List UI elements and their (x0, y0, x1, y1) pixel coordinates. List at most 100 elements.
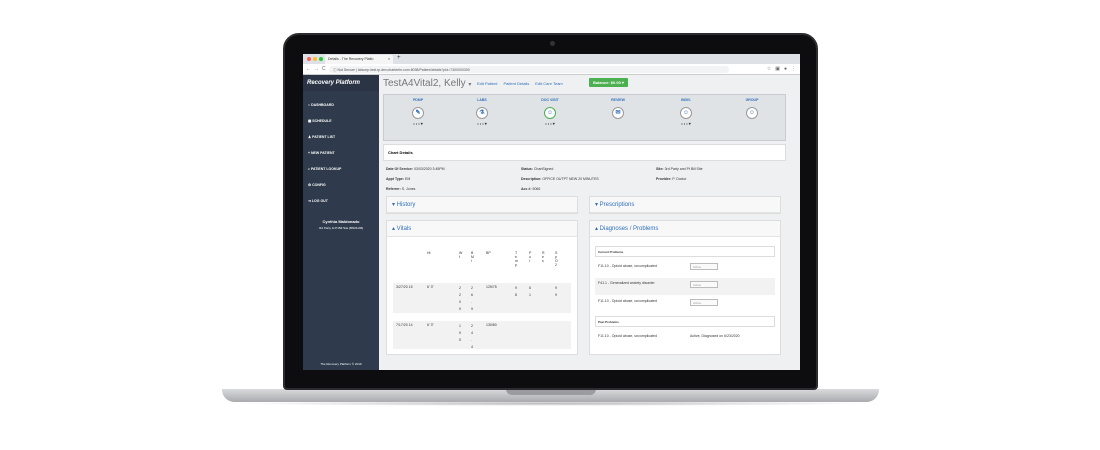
chevron-down-icon: ▾ (468, 82, 472, 88)
vitals-date: 7/17/20 14 (396, 323, 413, 327)
prescriptions-panel: ▾ Prescriptions (589, 196, 781, 214)
tracker-doc-visit[interactable]: DOC VISIT ☺ • • • ▾ (520, 98, 580, 126)
chat-icon: ✉ (612, 107, 624, 119)
vitals-col-temp: T e m p (515, 251, 518, 267)
extension-icon[interactable]: ▣ (775, 66, 780, 72)
pdmp-dropdown[interactable]: • • • ▾ (388, 121, 448, 126)
app-root: Recovery Platform ⌂ DASHBOARD ▦ SCHEDULE… (303, 75, 800, 370)
edit-care-team-link[interactable]: Edit Care Team (535, 81, 563, 86)
tab-title: Details - The Recovery Platfo (328, 57, 374, 61)
browser-toolbar: ← → C ⓘ Not Secure | labcorp-test.rp.dev… (303, 64, 800, 75)
sidebar-item-logout[interactable]: ⇥ LOG OUT (303, 193, 379, 209)
problem-status-select[interactable]: Active (690, 281, 718, 288)
browser-tabbar: Details - The Recovery Platfo × + (303, 54, 800, 64)
reload-icon[interactable]: C (322, 66, 326, 72)
patient-name[interactable]: TestA4Vital2, Kelly ▾ (383, 78, 471, 89)
laptop-base (222, 389, 879, 402)
vitals-col-wt: W t (459, 251, 463, 259)
tracker-pdmp[interactable]: PDMP ✎ • • • ▾ (388, 98, 448, 126)
address-bar[interactable]: ⓘ Not Secure | labcorp-test.rp.dev.chart… (329, 66, 729, 73)
status: Status: ChartSigned (521, 167, 554, 171)
vitals-col-spo2: S p O 2 (555, 251, 558, 267)
provider: Provider: P. Doctor (656, 177, 687, 181)
vitals-panel: ▴ Vitals Ht W t B M I BP T e m p P u l R… (386, 220, 578, 355)
tab-close-icon[interactable]: × (388, 57, 390, 61)
vitals-col-bp: BP (486, 251, 491, 255)
tracker-indiv[interactable]: INDIV. ☺ • • • ▾ (656, 98, 716, 126)
vitals-col-bmi: B M I (471, 251, 474, 263)
table-row (393, 321, 571, 349)
close-window-icon[interactable] (307, 57, 311, 61)
problem-name: F41.1 - Generalized anxiety disorder (598, 281, 655, 285)
past-problems-label: Past Problems (598, 320, 619, 324)
acc-number: Acc #: 5066 (521, 187, 541, 191)
site: Site: 3rd Party and Pt Bill Site (656, 167, 703, 171)
diagnoses-toggle[interactable]: ▴ Diagnoses / Problems (590, 221, 780, 237)
browser-tab[interactable]: Details - The Recovery Platfo × (325, 55, 393, 64)
sidebar-item-schedule[interactable]: ▦ SCHEDULE (303, 113, 379, 129)
vitals-col-pul: P u l (529, 251, 532, 263)
edit-patient-link[interactable]: Edit Patient (477, 81, 497, 86)
minimize-window-icon[interactable] (313, 57, 317, 61)
vitals-ht: 6' 3" (427, 323, 434, 327)
menu-icon[interactable]: ⋮ (791, 66, 796, 72)
sidebar-item-patient-list[interactable]: ♟ PATIENT LIST (303, 129, 379, 145)
labs-dropdown[interactable]: • • • ▾ (452, 121, 512, 126)
camera-icon (550, 41, 555, 46)
history-panel: ▾ History (386, 196, 578, 214)
past-problems-header (595, 316, 775, 327)
vitals-toggle[interactable]: ▴ Vitals (387, 221, 577, 237)
sidebar-item-patient-lookup[interactable]: ⌕ PATIENT LOOKUP (303, 161, 379, 177)
bookmark-star-icon[interactable]: ☆ (767, 66, 771, 72)
vitals-wt: 2 2 0 9 (459, 286, 461, 311)
chart-details-header: Chart Details (383, 144, 786, 161)
date-of-service: Date Of Service: 03/03/2020 3:45PM (386, 167, 445, 171)
sidebar-item-config[interactable]: ⚙ CONFIG (303, 177, 379, 193)
problem-status: Active, Diagnosed on 6/23/2020 (690, 334, 740, 338)
vitals-date: 3/27/20 15 (396, 285, 413, 289)
sidebar-item-new-patient[interactable]: + NEW PATIENT (303, 145, 379, 161)
sidebar-item-dashboard[interactable]: ⌂ DASHBOARD (303, 97, 379, 113)
url-text: labcorp-test.rp.dev.charteehr.com:8098/P… (357, 67, 470, 72)
table-row (393, 283, 571, 313)
history-toggle[interactable]: ▾ History (387, 197, 577, 213)
appt-type: Appt Type: EM (386, 177, 411, 181)
problem-status-select[interactable]: Active (690, 263, 718, 270)
product-photo: Details - The Recovery Platfo × + ← → C … (0, 0, 1100, 450)
vitals-spo2: 9 9 (555, 286, 557, 297)
maximize-window-icon[interactable] (319, 57, 323, 61)
new-tab-button[interactable]: + (397, 55, 401, 61)
forward-icon[interactable]: → (314, 66, 319, 72)
balance-button[interactable]: Balance: $0.00 ▾ (589, 78, 628, 87)
copyright: The Recovery Platform © 2019 (320, 362, 362, 366)
problem-status-select[interactable]: Active (690, 299, 718, 306)
current-problems-label: Current Problems (598, 250, 624, 254)
problem-name: F11.10 - Opioid abuse, uncomplicated (598, 264, 657, 268)
referrer: Referrer: S. Jones (386, 187, 416, 191)
vitals-temp: 9 8 (515, 286, 517, 297)
vitals-pul: 6 1 (529, 286, 531, 297)
workflow-tracker: PDMP ✎ • • • ▾ LABS ⚗ • • • ▾ DOC VISIT … (383, 94, 786, 141)
sidebar: Recovery Platform ⌂ DASHBOARD ▦ SCHEDULE… (303, 75, 379, 370)
laptop-lid: Details - The Recovery Platfo × + ← → C … (283, 33, 818, 390)
indiv-dropdown[interactable]: • • • ▾ (656, 121, 716, 126)
vitals-bmi: 2 6 . 9 (471, 286, 473, 311)
pdmp-icon: ✎ (412, 107, 424, 119)
back-icon[interactable]: ← (306, 66, 311, 72)
problem-name: F11.10 - Opioid abuse, uncomplicated (598, 334, 657, 338)
description: Description: OFFICE OUTPT NEW 20 MINUTES (521, 177, 599, 181)
labs-icon: ⚗ (476, 107, 488, 119)
prescriptions-toggle[interactable]: ▾ Prescriptions (590, 197, 780, 213)
user-name: Cynthia Maldonado (322, 219, 360, 224)
main-content: TestA4Vital2, Kelly ▾ Edit Patient Patie… (379, 75, 800, 370)
tracker-group[interactable]: GROUP ☺ (722, 98, 782, 121)
app-logo[interactable]: Recovery Platform (303, 75, 379, 91)
profile-icon[interactable]: ● (784, 66, 787, 72)
doc-visit-dropdown[interactable]: • • • ▾ (520, 121, 580, 126)
problem-name: F11.10 - Opioid abuse, uncomplicated (598, 299, 657, 303)
vitals-col-ht: Ht (427, 251, 431, 255)
patient-details-link[interactable]: Patient Details (503, 81, 529, 86)
vitals-bp: 125/75 (486, 285, 497, 289)
tracker-review[interactable]: REVIEW ✉ (588, 98, 648, 121)
tracker-labs[interactable]: LABS ⚗ • • • ▾ (452, 98, 512, 126)
